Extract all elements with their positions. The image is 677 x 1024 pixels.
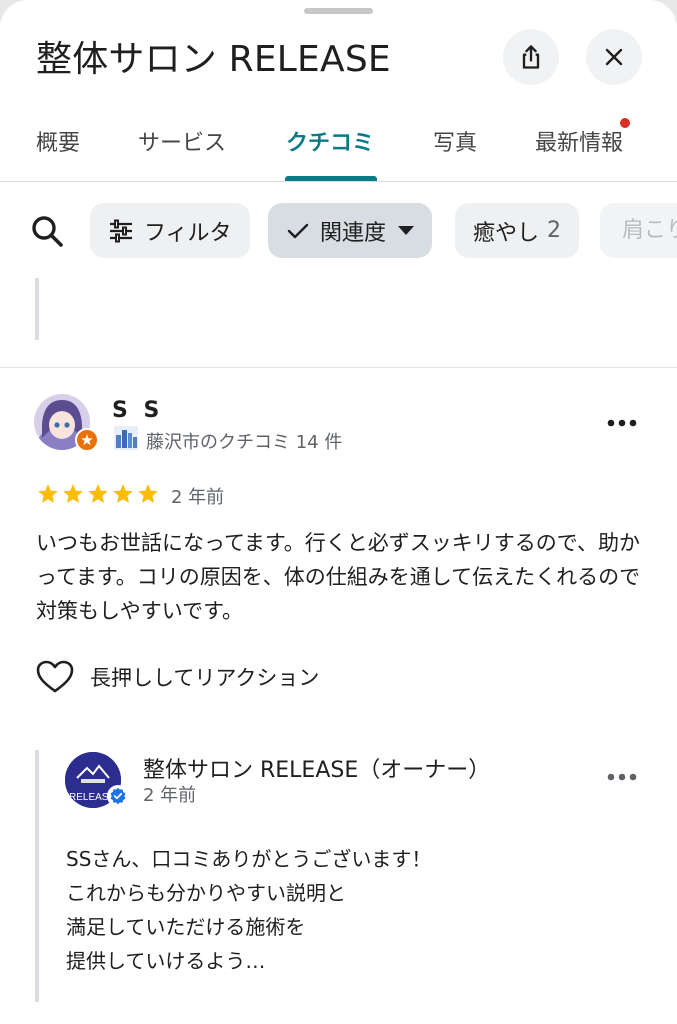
star-icon — [113, 484, 133, 503]
notification-dot — [620, 118, 630, 128]
owner-reply-date: 2 年前 — [143, 785, 197, 806]
heart-icon — [36, 660, 74, 693]
tune-icon — [108, 219, 134, 243]
topic-chip-relax[interactable]: 癒やし 2 — [455, 203, 580, 258]
owner-reply-line: 満足していただける施術を — [66, 915, 306, 939]
active-tab-indicator — [285, 176, 377, 181]
sort-chip-label: 関連度 — [320, 220, 387, 246]
check-icon — [286, 219, 310, 243]
review-divider — [0, 367, 677, 368]
more-horizontal-icon — [607, 773, 637, 781]
owner-reply-line: SSさん、口コミありがとうございます！ — [66, 847, 432, 871]
page-title: 整体サロン RELEASE — [36, 39, 391, 80]
more-horizontal-icon — [607, 419, 637, 427]
tab-updates[interactable]: 最新情報 — [535, 125, 623, 157]
tab-reviews[interactable]: クチコミ — [286, 125, 374, 157]
share-button[interactable] — [503, 29, 559, 85]
owner-reply-line: 提供していけるよう… — [66, 949, 266, 973]
filter-chip-label: フィルタ — [144, 220, 232, 246]
local-guide-badge — [75, 428, 99, 452]
tab-overview[interactable]: 概要 — [36, 125, 80, 157]
owner-name: 整体サロン RELEASE（オーナー） — [143, 758, 491, 783]
search-icon — [32, 216, 63, 247]
reviewer-name[interactable]: S S — [112, 398, 163, 423]
topic-chip-shoulder[interactable]: 肩こり — [600, 203, 677, 258]
reviewer-meta: 藤沢市のクチコミ 14 件 — [114, 426, 342, 455]
review-more-button[interactable] — [602, 408, 642, 438]
drag-handle[interactable] — [304, 8, 373, 14]
topic-chip-label: 癒やし — [473, 220, 540, 246]
tab-bar: 概要 サービス クチコミ 写真 最新情報 — [0, 108, 677, 182]
search-reviews-button[interactable] — [28, 212, 68, 252]
star-icon — [63, 484, 83, 503]
place-sheet: 整体サロン RELEASE 概要 サービス クチコミ 写真 最新情報 フィルタ … — [0, 0, 677, 1024]
owner-reply-text[interactable]: SSさん、口コミありがとうございます！ これからも分かりやすい説明と 満足してい… — [66, 842, 606, 978]
city-icon — [114, 426, 138, 455]
reaction-label: 長押ししてリアクション — [90, 666, 320, 690]
star-rating — [36, 482, 160, 506]
owner-reply-bar — [35, 750, 39, 1002]
filter-chip[interactable]: フィルタ — [90, 203, 250, 258]
reviewer-meta-text: 藤沢市のクチコミ 14 件 — [146, 431, 343, 453]
owner-reply-line: これからも分かりやすい説明と — [66, 881, 346, 905]
close-button[interactable] — [586, 29, 642, 85]
star-icon — [38, 484, 58, 503]
close-icon — [605, 48, 623, 66]
review-date: 2 年前 — [171, 487, 225, 508]
share-icon — [522, 45, 540, 69]
reaction-button[interactable]: 長押ししてリアクション — [36, 660, 319, 694]
verified-icon — [107, 785, 129, 807]
tab-photos[interactable]: 写真 — [433, 125, 477, 157]
star-icon — [88, 484, 108, 503]
star-icon — [138, 484, 158, 503]
owner-reply-more-button[interactable] — [602, 762, 642, 792]
review-text: いつもお世話になってます。行くと必ずスッキリするので、助かってます。コリの原因を… — [36, 531, 641, 623]
previous-reply-bar — [35, 278, 39, 340]
topic-chip-count: 2 — [547, 218, 562, 243]
tab-services[interactable]: サービス — [138, 125, 226, 157]
caret-down-icon — [398, 225, 415, 236]
sort-relevance-chip[interactable]: 関連度 — [268, 203, 433, 258]
